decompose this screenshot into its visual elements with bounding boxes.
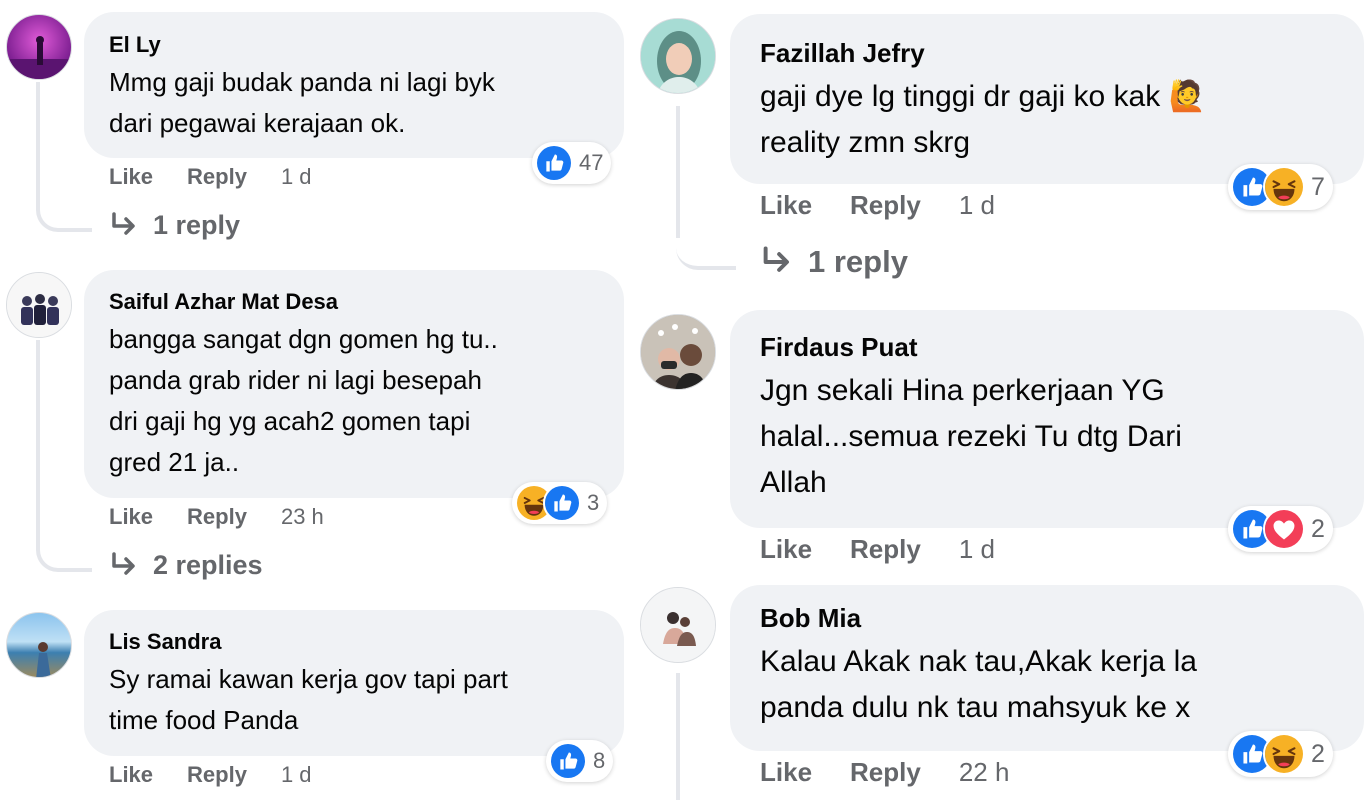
reply-button[interactable]: Reply [850, 190, 921, 221]
comment-bubble: Firdaus Puat Jgn sekali Hina perkerjaan … [730, 310, 1364, 528]
like-icon [549, 742, 587, 780]
thread-connector [676, 106, 680, 238]
like-button[interactable]: Like [109, 504, 153, 530]
comment-author[interactable]: Firdaus Puat [760, 332, 917, 363]
comment-author[interactable]: El Ly [109, 32, 161, 58]
haha-icon [1263, 733, 1305, 775]
like-button[interactable]: Like [760, 757, 812, 788]
like-icon [543, 484, 581, 522]
comment-timestamp[interactable]: 23 h [281, 504, 324, 530]
comment-text: gaji dye lg tinggi dr gaji ko kak 🙋 real… [760, 80, 1206, 159]
replies-count-label: 1 reply [153, 210, 241, 240]
avatar[interactable] [640, 587, 716, 663]
view-replies-link[interactable]: 2 replies [109, 550, 263, 581]
view-replies-link[interactable]: 1 reply [760, 244, 908, 280]
avatar[interactable] [6, 14, 72, 80]
thread-connector [676, 673, 680, 800]
reaction-summary[interactable]: 47 [532, 142, 612, 184]
reaction-count: 7 [1311, 172, 1325, 201]
reply-arrow-icon [763, 246, 789, 272]
reply-arrow-icon [112, 551, 135, 575]
comment-item: Lis Sandra Sy ramai kawan kerja gov tapi… [0, 600, 640, 800]
comment-item: El Ly Mmg gaji budak panda ni lagi byk d… [0, 0, 640, 260]
like-button[interactable]: Like [760, 190, 812, 221]
comment-bubble: Lis Sandra Sy ramai kawan kerja gov tapi… [84, 610, 624, 756]
avatar-image [641, 19, 715, 93]
view-replies-link[interactable]: 1 reply [109, 210, 240, 241]
comment-timestamp[interactable]: 1 d [281, 762, 312, 788]
reaction-summary[interactable]: 2 [1228, 731, 1333, 777]
like-icon [535, 144, 573, 182]
comment-column-right: Fazillah Jefry gaji dye lg tinggi dr gaj… [640, 0, 1364, 800]
like-button[interactable]: Like [760, 534, 812, 565]
comment-actions: Like Reply 23 h [109, 504, 324, 530]
comment-item: Firdaus Puat Jgn sekali Hina perkerjaan … [640, 300, 1364, 585]
thread-connector [676, 232, 736, 270]
comment-item: Saiful Azhar Mat Desa bangga sangat dgn … [0, 260, 640, 600]
reply-button[interactable]: Reply [187, 762, 247, 788]
comment-item: Bob Mia Kalau Akak nak tau,Akak kerja la… [640, 585, 1364, 800]
comment-bubble: El Ly Mmg gaji budak panda ni lagi byk d… [84, 12, 624, 158]
like-button[interactable]: Like [109, 762, 153, 788]
reaction-summary[interactable]: 8 [546, 740, 614, 782]
reaction-count: 47 [579, 150, 604, 175]
reply-button[interactable]: Reply [850, 534, 921, 565]
comment-timestamp[interactable]: 1 d [281, 164, 312, 190]
avatar[interactable] [6, 272, 72, 338]
comment-timestamp[interactable]: 22 h [959, 757, 1010, 788]
reaction-summary[interactable]: 3 [512, 482, 608, 524]
replies-count-label: 2 replies [153, 550, 263, 580]
reaction-summary[interactable]: 7 [1228, 164, 1333, 210]
haha-icon [1263, 166, 1305, 208]
comment-author[interactable]: Bob Mia [760, 603, 861, 634]
comment-actions: Like Reply 1 d [109, 762, 312, 788]
avatar-image [641, 588, 715, 662]
comment-timestamp[interactable]: 1 d [959, 190, 995, 221]
comment-bubble: Saiful Azhar Mat Desa bangga sangat dgn … [84, 270, 624, 498]
comment-text: Mmg gaji budak panda ni lagi byk dari pe… [109, 67, 495, 138]
avatar[interactable] [6, 612, 72, 678]
avatar[interactable] [640, 314, 716, 390]
comment-timestamp[interactable]: 1 d [959, 534, 995, 565]
reply-button[interactable]: Reply [850, 757, 921, 788]
comment-item: Fazillah Jefry gaji dye lg tinggi dr gaj… [640, 0, 1364, 300]
comment-actions: Like Reply 1 d [109, 164, 312, 190]
comment-bubble: Fazillah Jefry gaji dye lg tinggi dr gaj… [730, 14, 1364, 184]
reply-arrow-icon [112, 211, 135, 235]
comment-author[interactable]: Lis Sandra [109, 629, 221, 655]
comment-author[interactable]: Fazillah Jefry [760, 38, 925, 69]
reaction-count: 3 [587, 490, 600, 515]
reply-button[interactable]: Reply [187, 164, 247, 190]
comment-column-left: El Ly Mmg gaji budak panda ni lagi byk d… [0, 0, 640, 800]
reaction-count: 2 [1311, 739, 1325, 768]
avatar-image [7, 273, 71, 337]
comment-actions: Like Reply 1 d [760, 534, 995, 565]
comment-text: Sy ramai kawan kerja gov tapi part time … [109, 664, 508, 735]
comment-actions: Like Reply 22 h [760, 757, 1009, 788]
like-button[interactable]: Like [109, 164, 153, 190]
reaction-count: 8 [593, 748, 606, 773]
comment-author[interactable]: Saiful Azhar Mat Desa [109, 289, 338, 315]
reply-button[interactable]: Reply [187, 504, 247, 530]
reaction-count: 2 [1311, 514, 1325, 543]
avatar-image [641, 315, 715, 389]
comment-bubble: Bob Mia Kalau Akak nak tau,Akak kerja la… [730, 585, 1364, 751]
reaction-summary[interactable]: 2 [1228, 506, 1333, 552]
comment-text: Kalau Akak nak tau,Akak kerja la panda d… [760, 645, 1197, 724]
avatar[interactable] [640, 18, 716, 94]
replies-count-label: 1 reply [808, 244, 908, 279]
avatar-image [7, 36, 71, 79]
love-icon [1263, 508, 1305, 550]
comment-text: Jgn sekali Hina perkerjaan YG halal...se… [760, 374, 1182, 499]
comment-actions: Like Reply 1 d [760, 190, 995, 221]
avatar-image [36, 642, 51, 677]
comment-text: bangga sangat dgn gomen hg tu.. panda gr… [109, 324, 498, 477]
